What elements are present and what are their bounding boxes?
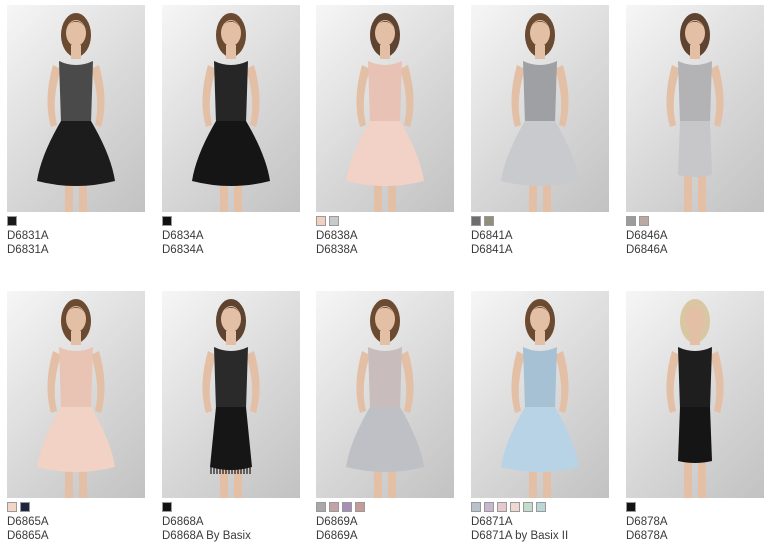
product-image[interactable]: [7, 291, 145, 498]
product-card[interactable]: D6838A D6838A: [316, 5, 456, 257]
dress-model-figure: [202, 299, 260, 498]
color-swatch[interactable]: [626, 502, 636, 512]
product-card[interactable]: D6871A D6871A by Basix II: [471, 291, 611, 543]
product-image[interactable]: [471, 291, 609, 498]
color-swatch[interactable]: [316, 216, 326, 226]
product-code[interactable]: D6868A: [162, 515, 302, 529]
product-title[interactable]: D6831A: [7, 243, 147, 257]
product-image[interactable]: [162, 291, 300, 498]
product-card[interactable]: D6869A D6869A: [316, 291, 456, 543]
product-card[interactable]: D6868A D6868A By Basix: [162, 291, 302, 543]
color-swatch[interactable]: [7, 502, 17, 512]
product-title[interactable]: D6841A: [471, 243, 611, 257]
product-code[interactable]: D6838A: [316, 229, 456, 243]
dress-model-figure: [666, 13, 724, 212]
color-swatch[interactable]: [471, 502, 481, 512]
color-swatches: [316, 216, 456, 226]
color-swatches: [7, 216, 147, 226]
product-code[interactable]: D6834A: [162, 229, 302, 243]
color-swatches: [626, 216, 766, 226]
color-swatch[interactable]: [329, 502, 339, 512]
product-image[interactable]: [626, 5, 764, 212]
product-card[interactable]: D6878A D6878A: [626, 291, 766, 543]
product-code[interactable]: D6846A: [626, 229, 766, 243]
product-card[interactable]: D6831A D6831A: [7, 5, 147, 257]
product-code[interactable]: D6841A: [471, 229, 611, 243]
color-swatch[interactable]: [510, 502, 520, 512]
product-card[interactable]: D6834A D6834A: [162, 5, 302, 257]
dress-model-figure: [666, 299, 724, 498]
product-title[interactable]: D6871A by Basix II: [471, 529, 611, 543]
color-swatches: [7, 502, 147, 512]
product-image[interactable]: [7, 5, 145, 212]
color-swatch[interactable]: [497, 502, 507, 512]
color-swatch[interactable]: [626, 216, 636, 226]
color-swatch[interactable]: [162, 502, 172, 512]
color-swatch[interactable]: [20, 502, 30, 512]
color-swatch[interactable]: [316, 502, 326, 512]
product-image[interactable]: [471, 5, 609, 212]
product-image[interactable]: [626, 291, 764, 498]
color-swatch[interactable]: [471, 216, 481, 226]
color-swatch[interactable]: [536, 502, 546, 512]
product-title[interactable]: D6868A By Basix: [162, 529, 302, 543]
product-card[interactable]: D6841A D6841A: [471, 5, 611, 257]
color-swatch[interactable]: [639, 216, 649, 226]
color-swatches: [626, 502, 766, 512]
color-swatch[interactable]: [523, 502, 533, 512]
dress-model-figure: [346, 299, 424, 498]
product-card[interactable]: D6865A D6865A: [7, 291, 147, 543]
product-title[interactable]: D6878A: [626, 529, 766, 543]
product-image[interactable]: [316, 291, 454, 498]
dress-model-figure: [501, 299, 579, 498]
product-title[interactable]: D6838A: [316, 243, 456, 257]
product-code[interactable]: D6878A: [626, 515, 766, 529]
color-swatches: [162, 502, 302, 512]
product-title[interactable]: D6865A: [7, 529, 147, 543]
product-image[interactable]: [162, 5, 300, 212]
product-code[interactable]: D6831A: [7, 229, 147, 243]
color-swatch[interactable]: [7, 216, 17, 226]
product-code[interactable]: D6871A: [471, 515, 611, 529]
color-swatch[interactable]: [162, 216, 172, 226]
color-swatches: [471, 502, 611, 512]
dress-model-figure: [501, 13, 579, 212]
product-card[interactable]: D6846A D6846A: [626, 5, 766, 257]
product-title[interactable]: D6834A: [162, 243, 302, 257]
color-swatches: [162, 216, 302, 226]
product-code[interactable]: D6865A: [7, 515, 147, 529]
color-swatches: [471, 216, 611, 226]
color-swatch[interactable]: [342, 502, 352, 512]
color-swatches: [316, 502, 456, 512]
product-code[interactable]: D6869A: [316, 515, 456, 529]
product-title[interactable]: D6846A: [626, 243, 766, 257]
dress-model-figure: [346, 13, 424, 212]
product-title[interactable]: D6869A: [316, 529, 456, 543]
color-swatch[interactable]: [329, 216, 339, 226]
color-swatch[interactable]: [484, 216, 494, 226]
dress-model-figure: [37, 299, 115, 498]
product-grid: D6831A D6831A D6834A D6834A D6838A D6838A D684…: [0, 0, 770, 554]
color-swatch[interactable]: [355, 502, 365, 512]
dress-model-figure: [37, 13, 115, 212]
product-image[interactable]: [316, 5, 454, 212]
color-swatch[interactable]: [484, 502, 494, 512]
dress-model-figure: [192, 13, 270, 212]
